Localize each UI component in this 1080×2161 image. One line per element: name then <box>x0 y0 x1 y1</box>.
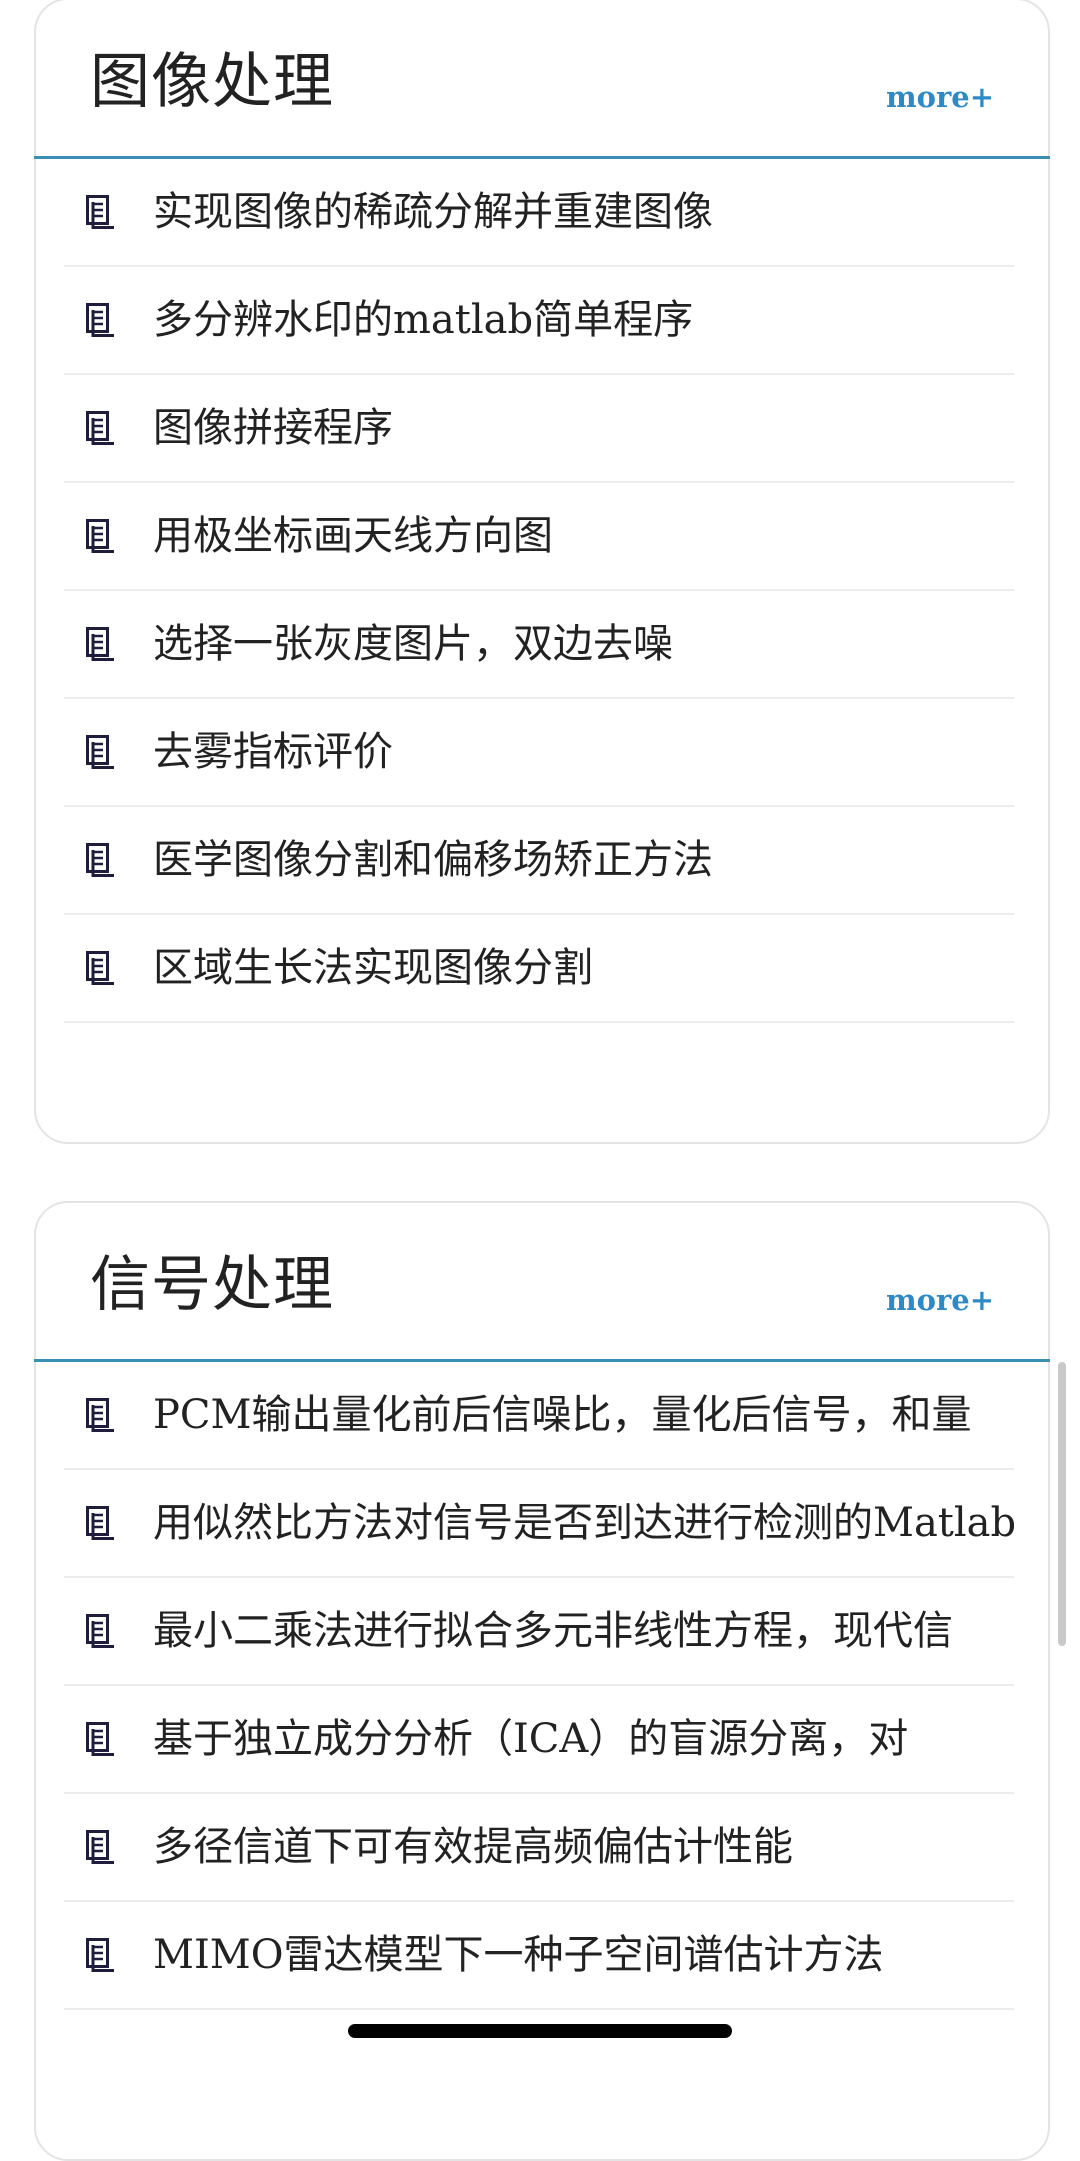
document-icon <box>86 843 116 877</box>
list-item-title: 多分辨水印的matlab简单程序 <box>153 297 694 343</box>
document-icon <box>86 1722 116 1756</box>
section-card-signal-processing: 信号处理 more+ PCM输出量化前后信噪比，量化后信号，和量 用似然比方法对信… <box>34 1201 1050 2161</box>
list-item[interactable]: 多分辨水印的matlab简单程序 <box>64 267 1014 375</box>
document-icon <box>86 735 116 769</box>
list-item[interactable]: PCM输出量化前后信噪比，量化后信号，和量 <box>64 1362 1014 1470</box>
list-item-title: 基于独立成分分析（ICA）的盲源分离，对 <box>153 1716 909 1762</box>
list-item[interactable]: 多径信道下可有效提高频偏估计性能 <box>64 1794 1014 1902</box>
list-item-title: 医学图像分割和偏移场矫正方法 <box>153 837 713 883</box>
list-item[interactable]: MIMO雷达模型下一种子空间谱估计方法 <box>64 1902 1014 2010</box>
section-title: 信号处理 <box>90 1250 334 1320</box>
document-icon <box>86 1614 116 1648</box>
document-icon <box>86 303 116 337</box>
list-item-title: MIMO雷达模型下一种子空间谱估计方法 <box>153 1932 884 1978</box>
list-item[interactable]: 用似然比方法对信号是否到达进行检测的Matlab <box>64 1470 1014 1578</box>
home-indicator <box>348 2024 732 2038</box>
list-item-title: 多径信道下可有效提高频偏估计性能 <box>153 1824 793 1870</box>
list-item[interactable]: 图像拼接程序 <box>64 375 1014 483</box>
scrollbar[interactable] <box>1058 1362 1066 1646</box>
document-icon <box>86 411 116 445</box>
list-item[interactable]: 实现图像的稀疏分解并重建图像 <box>64 159 1014 267</box>
list-item-title: 最小二乘法进行拟合多元非线性方程，现代信 <box>153 1608 953 1654</box>
section-header: 图像处理 more+ <box>34 0 1050 159</box>
document-icon <box>86 1830 116 1864</box>
section-title: 图像处理 <box>90 47 334 117</box>
more-link[interactable]: more+ <box>886 80 994 114</box>
list-item[interactable]: 最小二乘法进行拟合多元非线性方程，现代信 <box>64 1578 1014 1686</box>
section-card-image-processing: 图像处理 more+ 实现图像的稀疏分解并重建图像 多分辨水印的matlab简单程… <box>34 0 1050 1144</box>
document-icon <box>86 519 116 553</box>
document-icon <box>86 951 116 985</box>
article-list: 实现图像的稀疏分解并重建图像 多分辨水印的matlab简单程序 图像拼接程序用极坐标… <box>36 159 1048 1023</box>
list-item-title: 区域生长法实现图像分割 <box>153 945 593 991</box>
list-item-title: 图像拼接程序 <box>153 405 393 451</box>
article-list: PCM输出量化前后信噪比，量化后信号，和量 用似然比方法对信号是否到达进行检测的M… <box>36 1362 1048 2010</box>
document-icon <box>86 1398 116 1432</box>
section-header: 信号处理 more+ <box>34 1203 1050 1362</box>
document-icon <box>86 627 116 661</box>
list-item[interactable]: 基于独立成分分析（ICA）的盲源分离，对 <box>64 1686 1014 1794</box>
list-item[interactable]: 选择一张灰度图片，双边去噪 <box>64 591 1014 699</box>
list-item-title: 用极坐标画天线方向图 <box>153 513 553 559</box>
list-item[interactable]: 区域生长法实现图像分割 <box>64 915 1014 1023</box>
document-icon <box>86 1506 116 1540</box>
list-item-title: 实现图像的稀疏分解并重建图像 <box>153 189 713 235</box>
list-item-title: PCM输出量化前后信噪比，量化后信号，和量 <box>153 1392 972 1438</box>
more-link[interactable]: more+ <box>886 1283 994 1317</box>
document-icon <box>86 195 116 229</box>
list-item[interactable]: 用极坐标画天线方向图 <box>64 483 1014 591</box>
list-item-title: 选择一张灰度图片，双边去噪 <box>153 621 673 667</box>
document-icon <box>86 1938 116 1972</box>
list-item[interactable]: 医学图像分割和偏移场矫正方法 <box>64 807 1014 915</box>
list-item-title: 去雾指标评价 <box>153 729 393 775</box>
list-item-title: 用似然比方法对信号是否到达进行检测的Matlab <box>153 1500 1014 1546</box>
list-item[interactable]: 去雾指标评价 <box>64 699 1014 807</box>
